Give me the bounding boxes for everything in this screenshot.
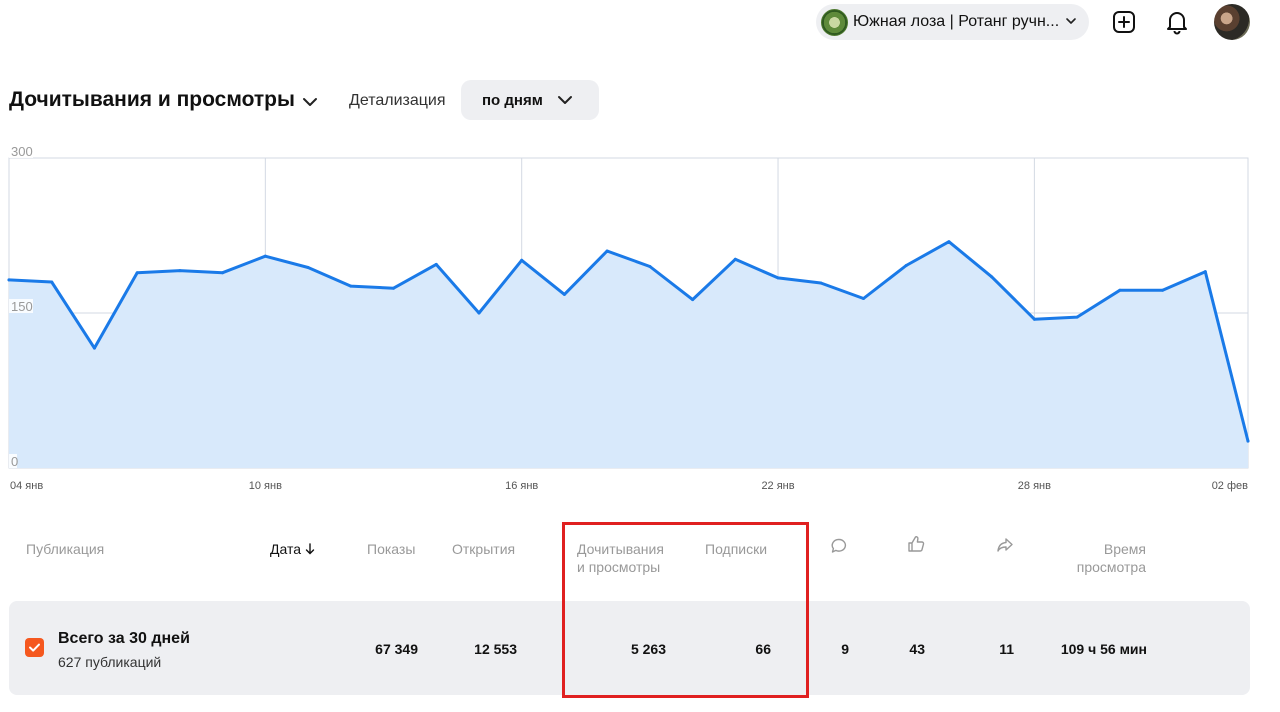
channel-avatar <box>821 8 848 36</box>
data-point <box>7 278 11 282</box>
total-subtitle: 627 публикаций <box>58 654 162 670</box>
data-point <box>477 311 481 315</box>
col-impressions[interactable]: Показы <box>367 540 415 558</box>
data-point <box>947 240 951 244</box>
chevron-down-icon[interactable] <box>302 94 318 110</box>
x-tick-label: 10 янв <box>249 480 282 492</box>
sort-down-icon <box>305 543 315 555</box>
data-point <box>178 269 182 273</box>
data-point <box>50 280 54 284</box>
highlight-box <box>562 522 809 698</box>
data-point <box>1246 439 1250 443</box>
total-title: Всего за 30 дней <box>58 630 190 647</box>
data-point <box>776 276 780 280</box>
x-tick-label: 16 янв <box>505 480 538 492</box>
detail-value: по дням <box>482 91 543 109</box>
add-icon[interactable] <box>1111 9 1137 35</box>
data-point <box>221 271 225 275</box>
y-tick-label: 300 <box>11 144 33 159</box>
data-point <box>605 249 609 253</box>
top-bar: Южная лоза | Ротанг ручн... <box>0 0 1280 44</box>
col-date[interactable]: Дата <box>270 540 315 558</box>
col-watch-time[interactable]: Время просмотра <box>1074 540 1146 576</box>
bell-icon[interactable] <box>1164 9 1190 35</box>
like-icon[interactable] <box>907 535 925 553</box>
data-point <box>904 263 908 267</box>
total-checkbox[interactable] <box>25 638 44 657</box>
data-point <box>861 297 865 301</box>
channel-selector[interactable]: Южная лоза | Ротанг ручн... <box>816 4 1089 40</box>
y-tick-label: 150 <box>11 299 33 314</box>
channel-name: Южная лоза | Ротанг ручн... <box>853 13 1060 30</box>
data-point <box>1118 288 1122 292</box>
detail-select[interactable]: по дням <box>461 80 599 120</box>
x-tick-label: 02 фев <box>1212 480 1248 492</box>
data-point <box>135 271 139 275</box>
data-point <box>819 281 823 285</box>
data-point <box>733 257 737 261</box>
total-watch-time: 109 ч 56 мин <box>1060 641 1147 657</box>
data-point <box>392 286 396 290</box>
y-tick-label: 0 <box>11 454 18 469</box>
data-point <box>562 292 566 296</box>
data-point <box>263 254 267 258</box>
total-impressions: 67 349 <box>375 641 418 657</box>
chevron-down-icon <box>1066 18 1076 24</box>
col-publication: Публикация <box>26 541 105 557</box>
x-tick-label: 04 янв <box>10 480 43 492</box>
data-point <box>520 258 524 262</box>
data-point <box>92 346 96 350</box>
total-comments: 9 <box>841 641 849 657</box>
data-point <box>349 284 353 288</box>
detail-label: Детализация <box>349 92 446 109</box>
total-likes: 43 <box>909 641 925 657</box>
data-point <box>648 265 652 268</box>
data-point <box>306 266 310 270</box>
data-point <box>434 262 438 266</box>
chevron-down-icon <box>558 96 572 104</box>
series-area <box>9 241 1248 468</box>
data-point <box>1075 315 1079 319</box>
check-icon <box>29 643 40 652</box>
x-tick-label: 22 янв <box>761 480 794 492</box>
user-avatar[interactable] <box>1214 4 1250 40</box>
data-point <box>1203 270 1207 274</box>
share-icon[interactable] <box>996 536 1014 554</box>
col-watch-time-line2: просмотра <box>1076 559 1146 575</box>
data-point <box>691 298 695 302</box>
col-opens[interactable]: Открытия <box>452 540 515 558</box>
data-point <box>1161 288 1165 292</box>
data-point <box>990 275 994 279</box>
total-shares: 11 <box>999 641 1014 657</box>
total-opens: 12 553 <box>474 641 517 657</box>
reads-chart: 300 150 0 04 янв 10 янв 16 янв 22 янв 28 янв 02 … <box>0 140 1280 500</box>
col-watch-time-line1: Время <box>1103 541 1146 557</box>
chart-svg: 300 150 0 04 янв 10 янв 16 янв 22 янв 28 янв 02 … <box>7 144 1250 492</box>
data-point <box>1032 317 1036 321</box>
col-date-label: Дата <box>270 541 302 557</box>
comment-icon[interactable] <box>830 537 848 555</box>
x-tick-label: 28 янв <box>1018 480 1051 492</box>
page-title[interactable]: Дочитывания и просмотры <box>9 88 295 112</box>
